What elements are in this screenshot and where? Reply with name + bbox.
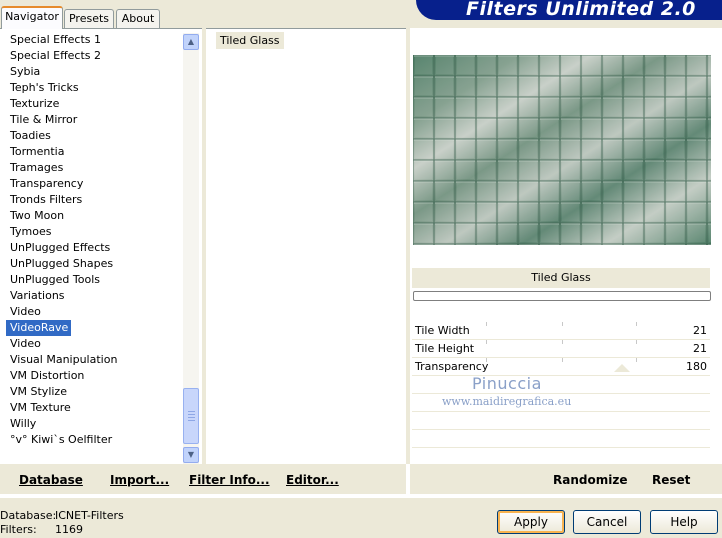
app-title: Filters Unlimited 2.0: [466, 0, 696, 20]
category-item[interactable]: VM Texture: [6, 400, 74, 416]
category-item[interactable]: Transparency: [6, 176, 86, 192]
param-transparency[interactable]: Transparency 180: [412, 358, 710, 376]
tiled-glass-preview: [413, 55, 711, 245]
help-button[interactable]: Help: [650, 510, 718, 534]
category-item[interactable]: Willy: [6, 416, 39, 432]
left-action-bar: Database Import... Filter Info... Editor…: [0, 464, 406, 494]
status-database-label: Database:: [0, 509, 57, 522]
filter-title: Tiled Glass: [531, 271, 591, 284]
database-button[interactable]: Database: [19, 473, 83, 487]
category-item[interactable]: Video: [6, 336, 44, 352]
param-value: 21: [693, 342, 707, 355]
filter-item-tiled-glass[interactable]: Tiled Glass: [216, 32, 284, 49]
category-item[interactable]: Tramages: [6, 160, 66, 176]
category-item[interactable]: Video: [6, 304, 44, 320]
cancel-button[interactable]: Cancel: [573, 510, 641, 534]
filter-list[interactable]: Tiled Glass: [206, 32, 406, 464]
import-button[interactable]: Import...: [110, 473, 169, 487]
slider-tick: [562, 358, 563, 362]
slider-tick: [486, 340, 487, 344]
param-empty-row: [412, 376, 710, 394]
tab-presets[interactable]: Presets: [64, 9, 114, 28]
slider-tick: [636, 358, 637, 362]
category-item[interactable]: VideoRave: [6, 320, 72, 336]
category-item[interactable]: Special Effects 1: [6, 32, 104, 48]
category-item[interactable]: VM Stylize: [6, 384, 70, 400]
slider-marker[interactable]: [614, 364, 630, 372]
category-item[interactable]: Sybia: [6, 64, 43, 80]
editor-button[interactable]: Editor...: [286, 473, 339, 487]
category-item[interactable]: Texturize: [6, 96, 62, 112]
status-database-value: ICNET-Filters: [55, 509, 124, 522]
category-item[interactable]: Variations: [6, 288, 68, 304]
category-item[interactable]: Tronds Filters: [6, 192, 85, 208]
randomize-button[interactable]: Randomize: [553, 473, 627, 487]
scroll-down-button[interactable]: ▼: [183, 447, 199, 463]
preview-image: [413, 55, 711, 245]
category-item[interactable]: Tile & Mirror: [6, 112, 80, 128]
category-item[interactable]: UnPlugged Tools: [6, 272, 103, 288]
category-item[interactable]: °v° Kiwi`s Oelfilter: [6, 432, 115, 448]
param-value: 21: [693, 324, 707, 337]
slider-tick: [636, 322, 637, 326]
param-label: Tile Width: [415, 324, 470, 337]
filter-title-bar: Tiled Glass: [412, 268, 710, 288]
thumb-grip-line: [188, 411, 195, 412]
thumb-grip-line: [188, 414, 195, 415]
tab-strip: Navigator Presets About: [0, 0, 410, 29]
category-scrollbar[interactable]: ▲ ▼: [183, 33, 199, 464]
param-empty-row: [412, 412, 710, 430]
scroll-thumb[interactable]: [183, 388, 199, 444]
reset-button[interactable]: Reset: [652, 473, 690, 487]
category-item[interactable]: Teph's Tricks: [6, 80, 82, 96]
category-item[interactable]: Visual Manipulation: [6, 352, 120, 368]
category-item[interactable]: UnPlugged Shapes: [6, 256, 116, 272]
status-database: Database: ICNET-Filters: [0, 509, 180, 523]
slider-tick: [562, 340, 563, 344]
category-item[interactable]: Toadies: [6, 128, 54, 144]
apply-button[interactable]: Apply: [497, 510, 565, 534]
param-empty-row: [412, 430, 710, 448]
category-item[interactable]: Tormentia: [6, 144, 67, 160]
watermark-url: www.maidiregrafica.eu: [442, 395, 572, 408]
progress-bar: [413, 291, 711, 301]
category-item[interactable]: Tymoes: [6, 224, 54, 240]
thumb-grip-line: [188, 417, 195, 418]
status-filters-value: 1169: [55, 523, 83, 536]
category-item[interactable]: UnPlugged Effects: [6, 240, 113, 256]
category-item[interactable]: VM Distortion: [6, 368, 87, 384]
scroll-up-button[interactable]: ▲: [183, 34, 199, 50]
category-item[interactable]: Two Moon: [6, 208, 67, 224]
category-list[interactable]: Special Effects 1 Special Effects 2 Sybia T…: [6, 32, 182, 464]
status-filters: Filters: 1169: [0, 523, 180, 537]
status-filters-label: Filters:: [0, 523, 37, 536]
tab-navigator[interactable]: Navigator: [1, 6, 63, 29]
slider-tick: [486, 322, 487, 326]
category-item[interactable]: Special Effects 2: [6, 48, 104, 64]
right-action-bar: Randomize Reset: [410, 464, 722, 494]
slider-tick: [562, 322, 563, 326]
slider-tick: [636, 340, 637, 344]
filter-info-button[interactable]: Filter Info...: [189, 473, 270, 487]
watermark-name: Pinuccia: [472, 374, 542, 393]
tab-about[interactable]: About: [116, 9, 160, 28]
param-value: 180: [686, 360, 707, 373]
param-label: Tile Height: [415, 342, 475, 355]
param-tile-height[interactable]: Tile Height 21: [412, 340, 710, 358]
thumb-grip-line: [188, 420, 195, 421]
status-panel: Database: ICNET-Filters Filters: 1169: [0, 509, 180, 537]
param-tile-width[interactable]: Tile Width 21: [412, 322, 710, 340]
